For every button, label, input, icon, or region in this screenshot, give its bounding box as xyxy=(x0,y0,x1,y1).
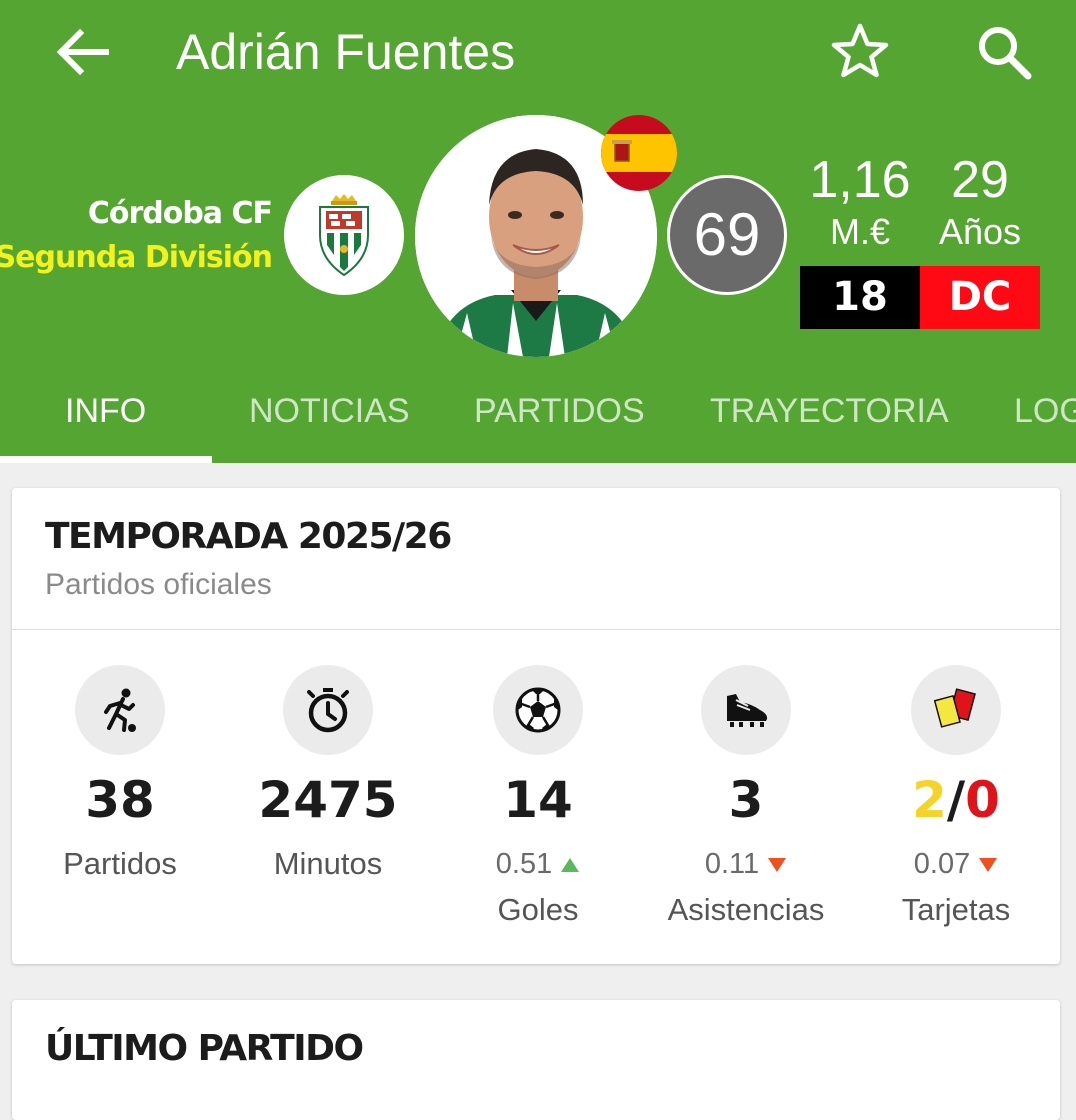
club-crest[interactable] xyxy=(284,175,404,295)
cards-separator: / xyxy=(946,771,966,829)
stat-avg-tarjetas: 0.07 xyxy=(851,844,1061,884)
spain-flag-icon xyxy=(601,115,677,191)
search-icon xyxy=(979,27,1032,80)
stat-minutos[interactable]: 2475 Minutos xyxy=(223,488,433,964)
stat-label-minutos: Minutos xyxy=(273,846,383,881)
top-app-bar: Adrián Fuentes xyxy=(0,0,1076,105)
club-name[interactable]: Córdoba CF xyxy=(88,196,273,232)
soccer-ball-icon xyxy=(493,665,583,755)
stat-tarjetas[interactable]: 2/0 0.07 Tarjetas xyxy=(851,488,1061,964)
last-match-title: ÚLTIMO PARTIDO xyxy=(45,1028,364,1069)
stat-label-goles: Goles xyxy=(497,892,579,927)
player-name-title: Adrián Fuentes xyxy=(176,24,516,80)
stat-label-asistencias: Asistencias xyxy=(667,892,825,927)
trend-down-icon xyxy=(979,858,998,873)
player-header: Adrián Fuentes Córdoba CF Segunda Divisi… xyxy=(0,0,1076,463)
cards-icon xyxy=(911,665,1001,755)
stopwatch-icon xyxy=(283,665,373,755)
season-stats-card: TEMPORADA 2025/26 Partidos oficiales 38 … xyxy=(12,488,1060,964)
stat-goles[interactable]: 14 0.51 Goles xyxy=(433,488,643,964)
stat-avg-value-goles: 0.51 xyxy=(495,848,553,880)
player-running-icon xyxy=(75,665,165,755)
star-icon xyxy=(831,23,889,78)
jersey-number: 18 xyxy=(800,266,920,329)
last-match-card: ÚLTIMO PARTIDO xyxy=(12,1000,1060,1120)
stat-partidos[interactable]: 38 Partidos xyxy=(15,488,225,964)
stat-label-partidos: Partidos xyxy=(63,846,177,881)
favorite-button[interactable] xyxy=(828,20,892,84)
tab-noticias[interactable]: NOTICIAS xyxy=(249,388,410,434)
player-rating-badge: 69 xyxy=(667,175,787,295)
football-boot-icon xyxy=(701,665,791,755)
stat-avg-goles: 0.51 xyxy=(433,844,643,884)
spain-flag xyxy=(601,115,677,191)
stat-value-partidos: 38 xyxy=(85,771,155,829)
tab-partidos[interactable]: PARTIDOS xyxy=(474,388,645,434)
stat-avg-asistencias: 0.11 xyxy=(641,844,851,884)
market-value: 1,16 xyxy=(809,151,911,209)
player-age: 29 xyxy=(951,151,1009,209)
search-button[interactable] xyxy=(972,20,1036,84)
market-value-unit: M.€ xyxy=(829,211,890,252)
stat-value-goles: 14 xyxy=(503,771,573,829)
stat-value-asistencias: 3 xyxy=(728,771,764,829)
player-position: DC xyxy=(920,266,1040,329)
player-age-unit: Años xyxy=(938,211,1022,252)
league-name[interactable]: Segunda División xyxy=(0,240,273,276)
active-tab-indicator xyxy=(0,456,212,463)
tab-trayectoria[interactable]: TRAYECTORIA xyxy=(710,388,949,434)
stat-value-tarjetas: 2/0 xyxy=(851,770,1061,830)
stat-asistencias[interactable]: 3 0.11 Asistencias xyxy=(641,488,851,964)
stat-avg-value-tarjetas: 0.07 xyxy=(913,848,971,880)
club-crest-icon xyxy=(319,194,369,277)
tab-log[interactable]: LOG xyxy=(1014,388,1076,434)
tab-info[interactable]: INFO xyxy=(65,388,146,434)
stat-avg-value-asistencias: 0.11 xyxy=(704,848,760,880)
stat-value-minutos: 2475 xyxy=(258,771,398,829)
arrow-left-icon xyxy=(56,28,109,76)
red-cards-count: 0 xyxy=(965,771,1000,829)
trend-up-icon xyxy=(561,858,580,873)
yellow-cards-count: 2 xyxy=(912,771,947,829)
stat-label-tarjetas: Tarjetas xyxy=(901,892,1011,927)
back-button[interactable] xyxy=(50,20,114,84)
trend-down-icon xyxy=(768,858,787,873)
